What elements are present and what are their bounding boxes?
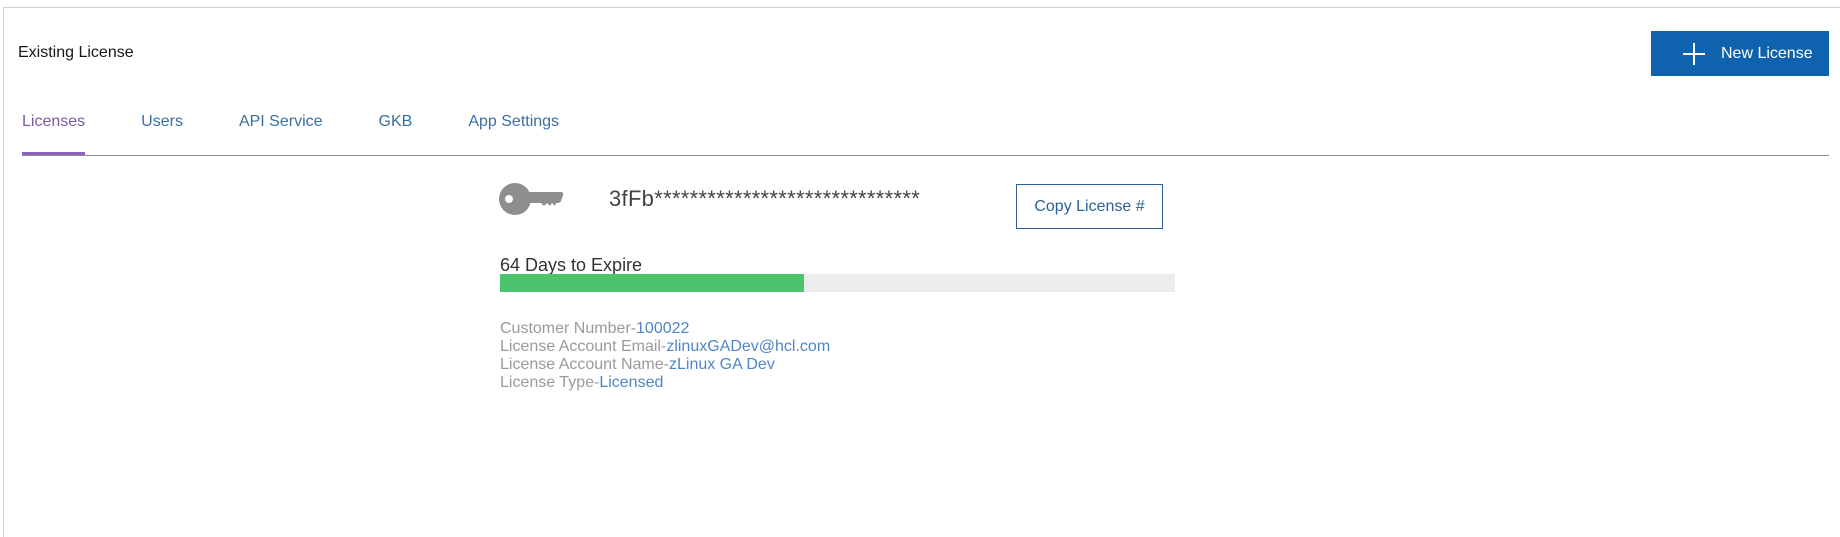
expire-progress-bar (500, 274, 1175, 292)
license-row: 3fFb****************************** (499, 182, 974, 216)
new-license-label: New License (1721, 44, 1813, 62)
license-number: 3fFb****************************** (609, 186, 921, 211)
tab-api-service[interactable]: API Service (239, 100, 323, 141)
plus-icon (1683, 42, 1705, 65)
license-details: Customer Number-100022 License Account E… (500, 320, 830, 392)
account-name-row: License Account Name-zLinux GA Dev (500, 356, 830, 374)
page-frame (3, 7, 1840, 537)
key-icon (499, 183, 564, 215)
detail-value: zLinux GA Dev (668, 356, 775, 373)
detail-value: Licensed (599, 374, 664, 391)
tab-users[interactable]: Users (141, 100, 183, 141)
expire-label: 64 Days to Expire (500, 255, 643, 275)
detail-label: Customer Number- (500, 320, 637, 337)
detail-value: 100022 (636, 320, 690, 337)
detail-value: zlinuxGADev@hcl.com (666, 338, 831, 355)
new-license-button[interactable]: New License (1651, 31, 1829, 76)
tab-licenses[interactable]: Licenses (22, 100, 86, 155)
license-type-row: License Type-Licensed (500, 374, 830, 392)
copy-license-button[interactable]: Copy License # (1016, 184, 1163, 229)
page-title: Existing License (18, 44, 134, 61)
account-email-row: License Account Email-zlinuxGADev@hcl.co… (500, 338, 830, 356)
tab-gkb[interactable]: GKB (379, 100, 413, 141)
detail-label: License Account Name- (500, 356, 669, 373)
tab-app-settings[interactable]: App Settings (468, 100, 559, 141)
detail-label: License Account Email- (500, 338, 667, 355)
detail-label: License Type- (500, 374, 600, 391)
expire-progress-fill (500, 274, 804, 292)
tab-bar: Licenses Users API Service GKB App Setti… (22, 100, 1829, 156)
customer-number-row: Customer Number-100022 (500, 320, 830, 338)
